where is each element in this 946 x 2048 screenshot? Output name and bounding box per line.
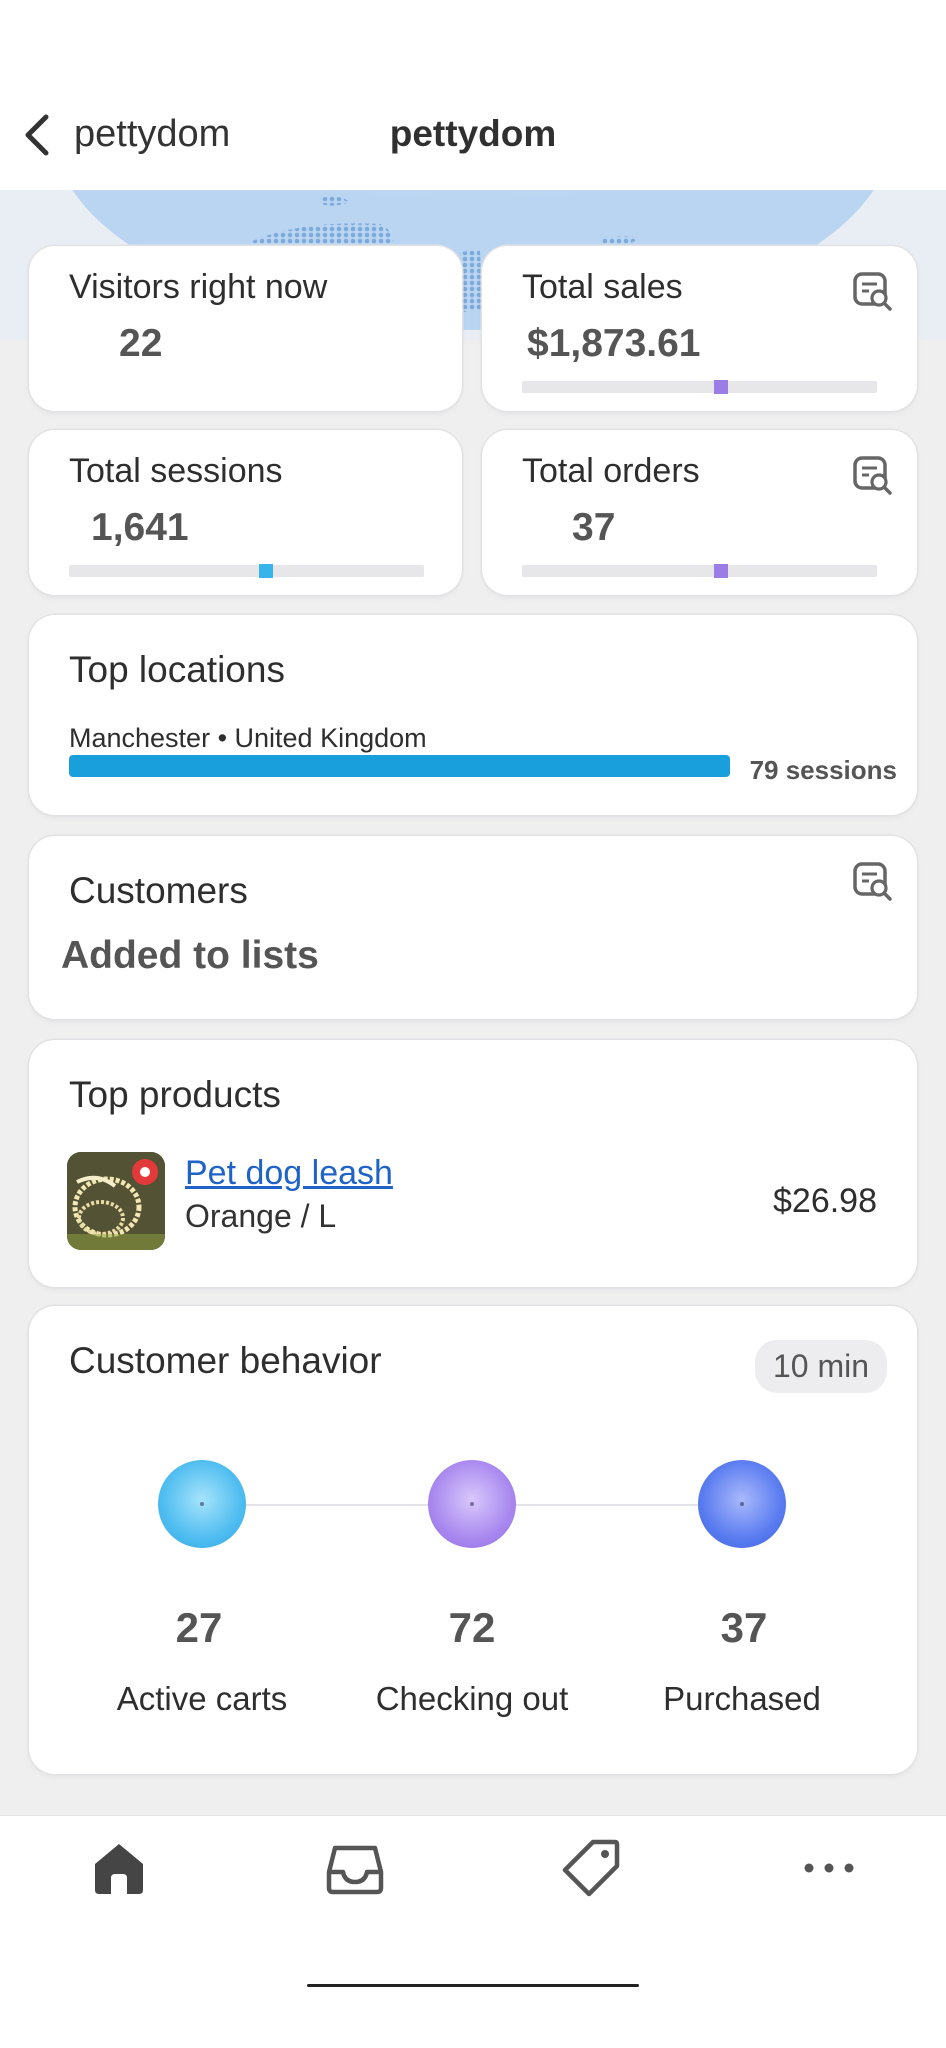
search-report-icon[interactable] <box>851 270 895 314</box>
product-name-link[interactable]: Pet dog leash <box>185 1154 393 1193</box>
search-report-icon[interactable] <box>851 860 895 904</box>
location-name: Manchester • United Kingdom <box>69 723 427 753</box>
top-locations-card[interactable]: Top locations Manchester • United Kingdo… <box>29 615 917 815</box>
checking-out-label: Checking out <box>375 1680 569 1717</box>
active-carts-dot <box>158 1460 246 1548</box>
purchased-value: 37 <box>720 1604 768 1651</box>
tag-icon[interactable] <box>561 1838 621 1898</box>
customers-title: Customers <box>69 870 248 911</box>
total-sales-card[interactable]: Total sales $1,873.61 <box>482 246 917 411</box>
total-sessions-label: Total sessions <box>69 452 283 490</box>
visitors-value: 22 <box>119 322 163 365</box>
customer-behavior-title: Customer behavior <box>69 1340 382 1381</box>
visitors-card[interactable]: Visitors right now 22 <box>29 246 462 411</box>
checking-out-value: 72 <box>448 1604 496 1651</box>
more-icon[interactable] <box>799 1838 859 1898</box>
page-title: pettydom <box>389 113 557 154</box>
total-sessions-card[interactable]: Total sessions 1,641 <box>29 430 462 595</box>
total-sales-value: $1,873.61 <box>527 322 701 365</box>
active-carts-label: Active carts <box>116 1680 288 1717</box>
home-icon[interactable] <box>89 1838 149 1898</box>
top-products-title: Top products <box>69 1074 281 1115</box>
purchased-label: Purchased <box>663 1680 821 1717</box>
product-image <box>67 1152 165 1250</box>
total-sessions-value: 1,641 <box>91 506 189 549</box>
total-orders-sparkline <box>522 564 877 578</box>
total-sessions-sparkline <box>69 564 424 578</box>
product-price: $26.98 <box>773 1182 877 1220</box>
customers-card[interactable]: Customers Added to lists <box>29 836 917 1019</box>
product-variant: Orange / L <box>185 1198 337 1234</box>
inbox-icon[interactable] <box>325 1838 385 1898</box>
search-report-icon[interactable] <box>851 454 895 498</box>
top-products-card[interactable]: Top products Pet dog leash Orange / L $2… <box>29 1040 917 1287</box>
location-sessions: 79 sessions <box>749 755 897 785</box>
purchased-dot <box>698 1460 786 1548</box>
top-bar: pettydom pettydom <box>0 0 946 190</box>
product-thumbnail[interactable] <box>67 1152 165 1250</box>
total-orders-card[interactable]: Total orders 37 <box>482 430 917 595</box>
total-orders-marker <box>714 564 728 578</box>
location-bar <box>69 755 730 777</box>
customer-behavior-card[interactable]: Customer behavior 10 min 27 72 37 Active… <box>29 1306 917 1774</box>
total-sales-marker <box>714 380 728 394</box>
checking-out-dot <box>428 1460 516 1548</box>
total-sales-sparkline <box>522 380 877 394</box>
period-badge[interactable]: 10 min <box>754 1340 887 1393</box>
customers-subtitle: Added to lists <box>61 934 319 977</box>
top-locations-title: Top locations <box>69 649 285 690</box>
active-carts-value: 27 <box>175 1604 223 1651</box>
total-orders-label: Total orders <box>522 452 700 490</box>
total-orders-value: 37 <box>572 506 616 549</box>
total-sales-label: Total sales <box>522 268 683 306</box>
total-sessions-marker <box>259 564 273 578</box>
home-indicator <box>307 1984 639 1987</box>
visitors-label: Visitors right now <box>69 268 328 306</box>
